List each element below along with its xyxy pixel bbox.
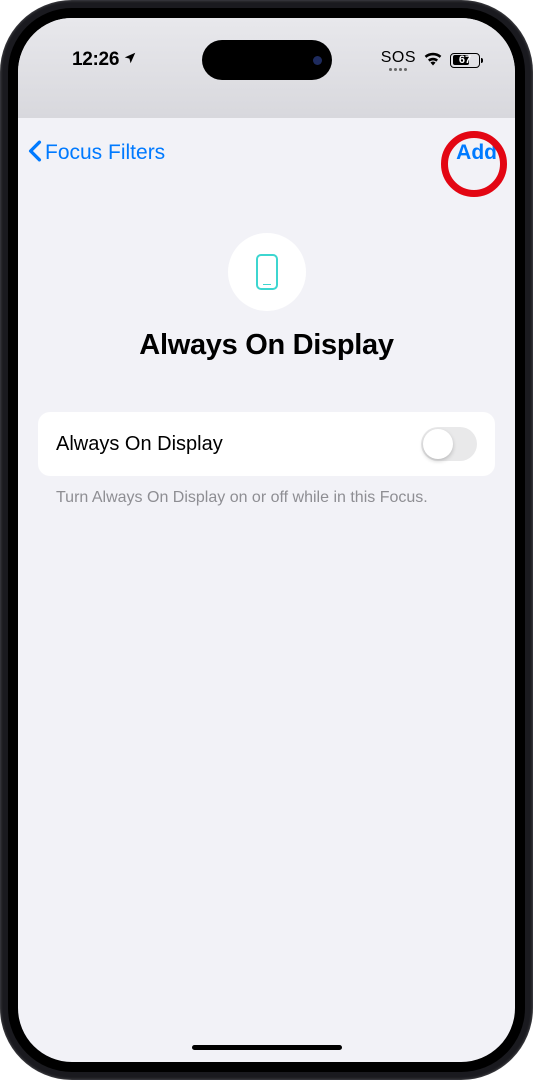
always-on-display-toggle[interactable] (421, 427, 477, 461)
phone-device-frame: 12:26 SOS (0, 0, 533, 1080)
sos-indicator: SOS (381, 49, 416, 71)
home-indicator[interactable] (192, 1045, 342, 1050)
status-bar: 12:26 SOS (18, 40, 515, 80)
setting-label: Always On Display (56, 433, 223, 456)
status-time: 12:26 (72, 49, 119, 71)
content-area: Always On Display Always On Display Turn… (18, 218, 515, 1062)
hero-section: Always On Display (38, 233, 495, 362)
signal-dots (389, 68, 407, 71)
battery-indicator: 67 (450, 53, 483, 68)
page-title: Always On Display (139, 329, 393, 362)
status-left: 12:26 (72, 49, 137, 71)
location-icon (123, 51, 137, 70)
add-label: Add (456, 141, 497, 164)
back-label: Focus Filters (45, 141, 165, 165)
toggle-knob (423, 429, 453, 459)
back-button[interactable]: Focus Filters (28, 139, 165, 167)
hero-icon-container (228, 233, 306, 311)
screen: 12:26 SOS (18, 18, 515, 1062)
add-button[interactable]: Add (456, 141, 497, 165)
status-right: SOS 67 (381, 49, 483, 71)
navigation-bar: Focus Filters Add (18, 128, 515, 178)
wifi-icon (423, 50, 443, 71)
chevron-left-icon (28, 139, 42, 167)
phone-inner-frame: 12:26 SOS (8, 8, 525, 1072)
phone-icon (256, 254, 278, 290)
setting-description: Turn Always On Display on or off while i… (38, 488, 495, 509)
status-bar-background: 12:26 SOS (18, 18, 515, 118)
setting-row: Always On Display (38, 412, 495, 476)
